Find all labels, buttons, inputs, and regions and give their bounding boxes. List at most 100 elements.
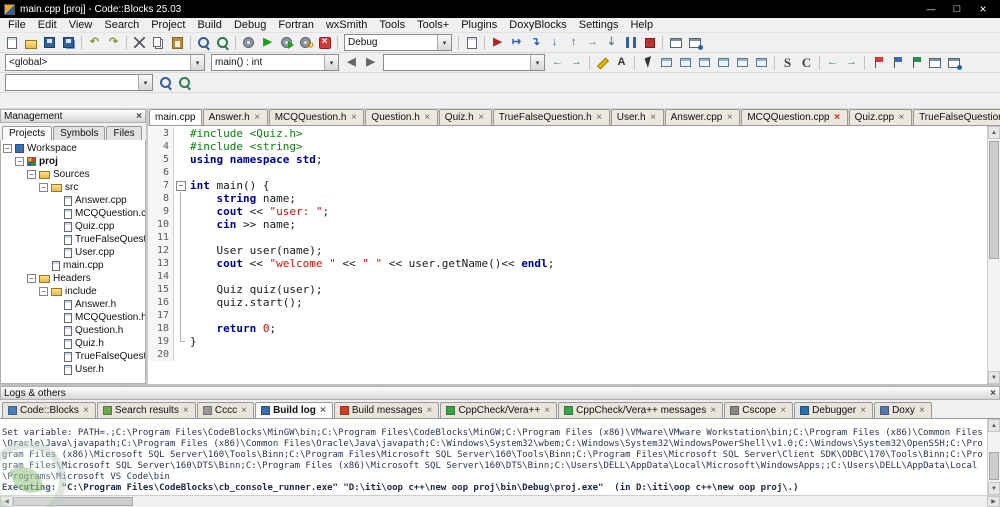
tab-close-icon[interactable] [725,113,734,122]
menu-item-file[interactable]: File [2,19,32,31]
tree-item-user-h[interactable]: User.h [1,363,145,376]
tab-close-icon[interactable] [253,113,262,122]
management-tab-symbols[interactable]: Symbols [53,126,106,140]
build-button[interactable] [239,34,258,52]
editor-tab-main-cpp[interactable]: main.cpp [149,109,202,125]
log-tab-cppcheck-vera-messages[interactable]: CppCheck/Vera++ messages [558,402,724,418]
line-number[interactable]: 7 [148,179,174,192]
scrollbar-track[interactable] [13,496,987,507]
tab-close-icon[interactable] [543,407,551,415]
logs-vertical-scrollbar[interactable] [987,419,1000,495]
scrollbar-thumb[interactable] [13,497,133,506]
tree-expander-icon[interactable]: − [39,287,48,296]
line-number[interactable]: 13 [148,257,174,270]
log-tab-doxy[interactable]: Doxy [874,402,932,418]
tree-item-question-h[interactable]: Question.h [1,324,145,337]
bookmarks-menu-button[interactable] [944,54,963,72]
code-line[interactable]: 10 cin >> name; [148,218,987,231]
tab-close-icon[interactable] [918,407,926,415]
log-tab-cscope[interactable]: Cscope [724,402,794,418]
menu-item-fortran[interactable]: Fortran [272,19,319,31]
new-file-button[interactable] [2,34,21,52]
compile-current-file-button[interactable] [462,34,481,52]
code-editor[interactable]: 3 #include <Quiz.h> 4 #include <string> 5 usi… [148,126,987,384]
build-and-run-button[interactable] [277,34,296,52]
debugging-windows-button[interactable] [666,34,685,52]
tab-close-icon[interactable] [859,407,867,415]
highlight-occurrences-button[interactable] [593,54,612,72]
goto-declaration-button[interactable]: ← [548,54,567,72]
maximize-button[interactable] [944,0,970,18]
code-line[interactable]: 20 [148,348,987,361]
log-tab-debugger[interactable]: Debugger [794,402,874,418]
step-into-button[interactable]: ↓ [545,34,564,52]
tree-item-truefalsequestio[interactable]: TrueFalseQuestio [1,350,145,363]
code-line[interactable]: 13 cout << "welcome " << " " << user.get… [148,257,987,270]
line-number[interactable]: 5 [148,153,174,166]
tree-item-mcqquestion-h[interactable]: MCQQuestion.h [1,311,145,324]
toolbar-c-button[interactable]: C [797,54,816,72]
run-to-cursor-button[interactable]: ↦ [507,34,526,52]
break-debugger-button[interactable] [621,34,640,52]
tab-close-icon[interactable] [833,113,842,122]
line-number[interactable]: 12 [148,244,174,257]
menu-item-plugins[interactable]: Plugins [455,19,503,31]
tree-item-quiz-h[interactable]: Quiz.h [1,337,145,350]
tree-item-headers[interactable]: − Headers [1,272,145,285]
dropdown-arrow-icon[interactable] [190,55,204,70]
management-tab-files[interactable]: Files [106,126,142,140]
next-line-button[interactable]: ↴ [526,34,545,52]
line-number[interactable]: 11 [148,231,174,244]
undo-button[interactable]: ↶ [85,34,104,52]
logs-panel-header[interactable]: Logs & others [0,386,1000,400]
menu-item-project[interactable]: Project [145,19,191,31]
scroll-up-icon[interactable] [988,419,1000,432]
tree-item-quiz-cpp[interactable]: Quiz.cpp [1,220,145,233]
tab-close-icon[interactable] [897,113,906,122]
line-number[interactable]: 3 [148,127,174,140]
step-into-instruction-button[interactable]: ⇣ [602,34,621,52]
tree-expander-icon[interactable]: − [39,183,48,192]
tree-item-include[interactable]: − include [1,285,145,298]
tab-close-icon[interactable] [477,113,486,122]
rebuild-button[interactable] [296,34,315,52]
tab-close-icon[interactable] [425,407,433,415]
code-line[interactable]: 17 [148,309,987,322]
close-button[interactable] [970,0,996,18]
tree-expander-icon[interactable]: − [27,170,36,179]
line-number[interactable]: 6 [148,166,174,179]
toggle-bookmark-button[interactable] [868,54,887,72]
tab-close-icon[interactable] [709,407,717,415]
menu-item-debug[interactable]: Debug [228,19,272,31]
function-combo[interactable]: main() : int [211,54,339,71]
code-line[interactable]: 4 #include <string> [148,140,987,153]
tab-close-icon[interactable] [595,113,604,122]
jump-forward-button[interactable]: → [842,54,861,72]
menu-item-help[interactable]: Help [624,19,659,31]
menu-item-build[interactable]: Build [191,19,227,31]
code-line[interactable]: 14 [148,270,987,283]
tree-expander-icon[interactable]: − [15,157,24,166]
wxsmith-widget-5-button[interactable] [733,54,752,72]
tab-close-icon[interactable] [779,407,787,415]
tree-item-src[interactable]: − src [1,181,145,194]
editor-tab-quiz-h[interactable]: Quiz.h [438,109,492,125]
line-number[interactable]: 18 [148,322,174,335]
redo-button[interactable]: ↷ [104,34,123,52]
next-instruction-button[interactable]: → [583,34,602,52]
line-number[interactable]: 15 [148,283,174,296]
cut-button[interactable] [130,34,149,52]
log-tab-build-log[interactable]: Build log [255,402,333,418]
line-number[interactable]: 10 [148,218,174,231]
code-line[interactable]: 15 Quiz quiz(user); [148,283,987,296]
log-tab-cccc[interactable]: Cccc [196,402,255,418]
copy-button[interactable] [149,34,168,52]
open-file-button[interactable] [21,34,40,52]
find-button[interactable] [194,34,213,52]
goto-implementation-button[interactable]: → [567,54,586,72]
code-line[interactable]: 8 string name; [148,192,987,205]
fold-margin[interactable] [174,179,186,192]
editor-tab-question-h[interactable]: Question.h [365,109,438,125]
editor-tab-user-h[interactable]: User.h [610,109,664,125]
incremental-search-combo[interactable] [5,74,153,91]
